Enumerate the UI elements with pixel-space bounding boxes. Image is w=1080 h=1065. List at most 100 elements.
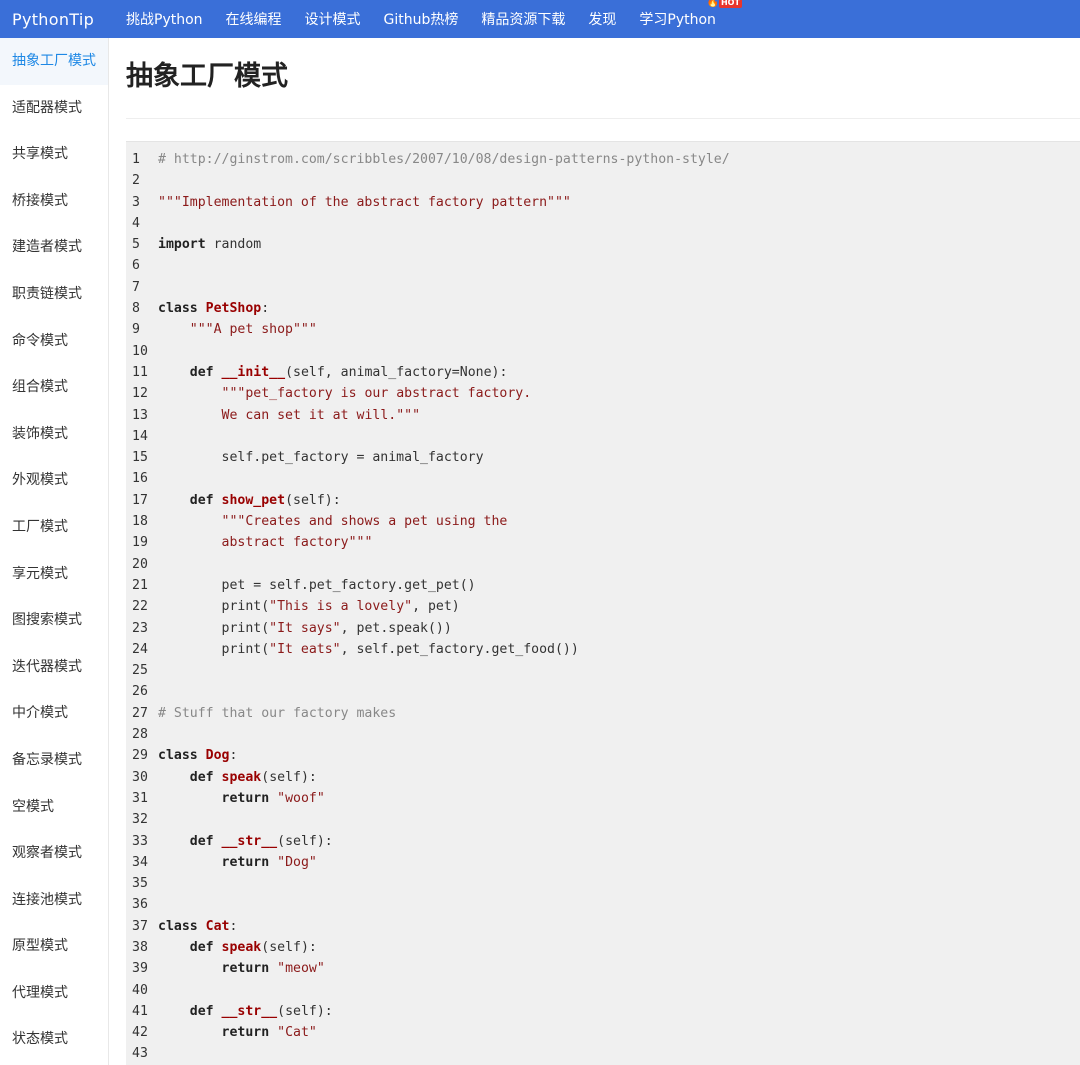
line-number: 14 bbox=[132, 428, 148, 444]
line-number: 40 bbox=[132, 982, 148, 998]
sidebar-item[interactable]: 共享模式 bbox=[0, 131, 108, 178]
code-line: 26 bbox=[126, 681, 1080, 702]
code-line: 43 bbox=[126, 1043, 1080, 1064]
sidebar-item[interactable]: 命令模式 bbox=[0, 318, 108, 365]
line-number: 9 bbox=[132, 322, 140, 338]
code-token: return bbox=[221, 961, 270, 977]
sidebar-item[interactable]: 建造者模式 bbox=[0, 224, 108, 271]
code-line: 7 bbox=[126, 277, 1080, 298]
line-number: 15 bbox=[132, 450, 148, 466]
sidebar-item[interactable]: 状态模式 bbox=[0, 1016, 108, 1063]
line-number: 30 bbox=[132, 769, 148, 785]
nav-item-challenge[interactable]: 挑战Python bbox=[126, 9, 203, 29]
code-line: 28 bbox=[126, 724, 1080, 745]
sidebar-item[interactable]: 空模式 bbox=[0, 784, 108, 831]
code-text: abstract factory""" bbox=[158, 532, 373, 553]
code-token: """Creates and shows a pet using the bbox=[221, 514, 508, 530]
code-token: (self): bbox=[277, 1003, 333, 1019]
line-number: 7 bbox=[132, 279, 140, 295]
code-token: Dog bbox=[205, 748, 230, 764]
code-token: "It eats" bbox=[269, 641, 341, 657]
code-line: 30 def speak(self): bbox=[126, 767, 1080, 788]
nav-item-discover[interactable]: 发现 bbox=[588, 9, 616, 29]
code-token: , pet.speak()) bbox=[340, 620, 452, 636]
code-token: (self, animal_factory=None): bbox=[285, 364, 508, 380]
sidebar-item[interactable]: 代理模式 bbox=[0, 970, 108, 1017]
nav-item-learn-python[interactable]: 学习Python 🔥 HOT bbox=[639, 0, 742, 29]
sidebar-item[interactable]: 适配器模式 bbox=[0, 85, 108, 132]
code-token: # http://ginstrom.com/scribbles/2007/10/… bbox=[158, 152, 730, 167]
line-number: 3 bbox=[132, 194, 140, 210]
nav-item-design-patterns[interactable]: 设计模式 bbox=[305, 9, 361, 29]
line-number: 20 bbox=[132, 556, 148, 572]
code-text: """Implementation of the abstract factor… bbox=[158, 192, 571, 213]
nav-item-online-coding[interactable]: 在线编程 bbox=[226, 9, 282, 29]
code-text: print("It says", pet.speak()) bbox=[158, 618, 452, 639]
code-text: pet = self.pet_factory.get_pet() bbox=[158, 575, 476, 596]
hot-badge-label: HOT bbox=[718, 0, 742, 8]
sidebar-item[interactable]: 备忘录模式 bbox=[0, 737, 108, 784]
code-line: 25 bbox=[126, 660, 1080, 681]
code-line: 39 return "meow" bbox=[126, 958, 1080, 979]
sidebar-item[interactable]: 中介模式 bbox=[0, 690, 108, 737]
sidebar: 抽象工厂模式 适配器模式 共享模式 桥接模式 建造者模式 职责链模式 命令模式 组合模式 装饰模… bbox=[0, 38, 109, 1065]
nav-item-github-trending[interactable]: Github热榜 bbox=[384, 9, 459, 29]
line-number: 17 bbox=[132, 492, 148, 508]
code-text: def show_pet(self): bbox=[158, 490, 341, 511]
line-number: 39 bbox=[132, 961, 148, 977]
code-token: "woof" bbox=[277, 790, 325, 806]
sidebar-item[interactable]: 观察者模式 bbox=[0, 830, 108, 877]
code-token: (self): bbox=[261, 769, 317, 785]
code-token: return bbox=[221, 854, 270, 870]
code-token: return bbox=[221, 790, 270, 806]
sidebar-item[interactable]: 原型模式 bbox=[0, 923, 108, 970]
sidebar-item[interactable]: 抽象工厂模式 bbox=[0, 38, 108, 85]
code-line: 14 bbox=[126, 426, 1080, 447]
brand-logo[interactable]: PythonTip bbox=[0, 10, 126, 29]
code-token: speak bbox=[221, 939, 262, 955]
code-token: "It says" bbox=[269, 620, 341, 636]
code-line: 19 abstract factory""" bbox=[126, 532, 1080, 553]
code-token: # Stuff that our factory makes bbox=[158, 705, 397, 721]
code-token: "meow" bbox=[277, 961, 325, 977]
code-token: (self): bbox=[261, 939, 317, 955]
code-text: self.pet_factory = animal_factory bbox=[158, 447, 484, 468]
sidebar-item[interactable]: 图搜索模式 bbox=[0, 597, 108, 644]
main-nav: 挑战Python 在线编程 设计模式 Github热榜 精品资源下载 发现 学习… bbox=[126, 0, 742, 38]
sidebar-item[interactable]: 享元模式 bbox=[0, 551, 108, 598]
code-line: 21 pet = self.pet_factory.get_pet() bbox=[126, 575, 1080, 596]
line-number: 6 bbox=[132, 258, 140, 274]
sidebar-item[interactable]: 组合模式 bbox=[0, 364, 108, 411]
sidebar-item[interactable]: 职责链模式 bbox=[0, 271, 108, 318]
code-token: def bbox=[189, 492, 214, 508]
code-token: __init__ bbox=[221, 364, 286, 380]
code-token: print( bbox=[158, 620, 270, 636]
sidebar-item[interactable]: 工厂模式 bbox=[0, 504, 108, 551]
code-token: def bbox=[189, 833, 214, 849]
sidebar-item[interactable]: 装饰模式 bbox=[0, 411, 108, 458]
code-token: : bbox=[229, 748, 238, 764]
code-block: 1 # http://ginstrom.com/scribbles/2007/10… bbox=[126, 141, 1080, 1065]
sidebar-item[interactable]: 连接池模式 bbox=[0, 877, 108, 924]
sidebar-item[interactable]: 外观模式 bbox=[0, 457, 108, 504]
nav-item-resources[interactable]: 精品资源下载 bbox=[481, 9, 565, 29]
code-line: 37 class Cat: bbox=[126, 916, 1080, 937]
code-line: 12 """pet_factory is our abstract factor… bbox=[126, 383, 1080, 404]
code-token: def bbox=[189, 1003, 214, 1019]
code-text: # http://ginstrom.com/scribbles/2007/10/… bbox=[158, 149, 730, 170]
code-line: 17 def show_pet(self): bbox=[126, 490, 1080, 511]
code-line: 10 bbox=[126, 341, 1080, 362]
sidebar-item[interactable]: 桥接模式 bbox=[0, 178, 108, 225]
line-number: 43 bbox=[132, 1046, 148, 1062]
sidebar-item[interactable]: 迭代器模式 bbox=[0, 644, 108, 691]
line-number: 33 bbox=[132, 833, 148, 849]
line-number: 10 bbox=[132, 343, 148, 359]
